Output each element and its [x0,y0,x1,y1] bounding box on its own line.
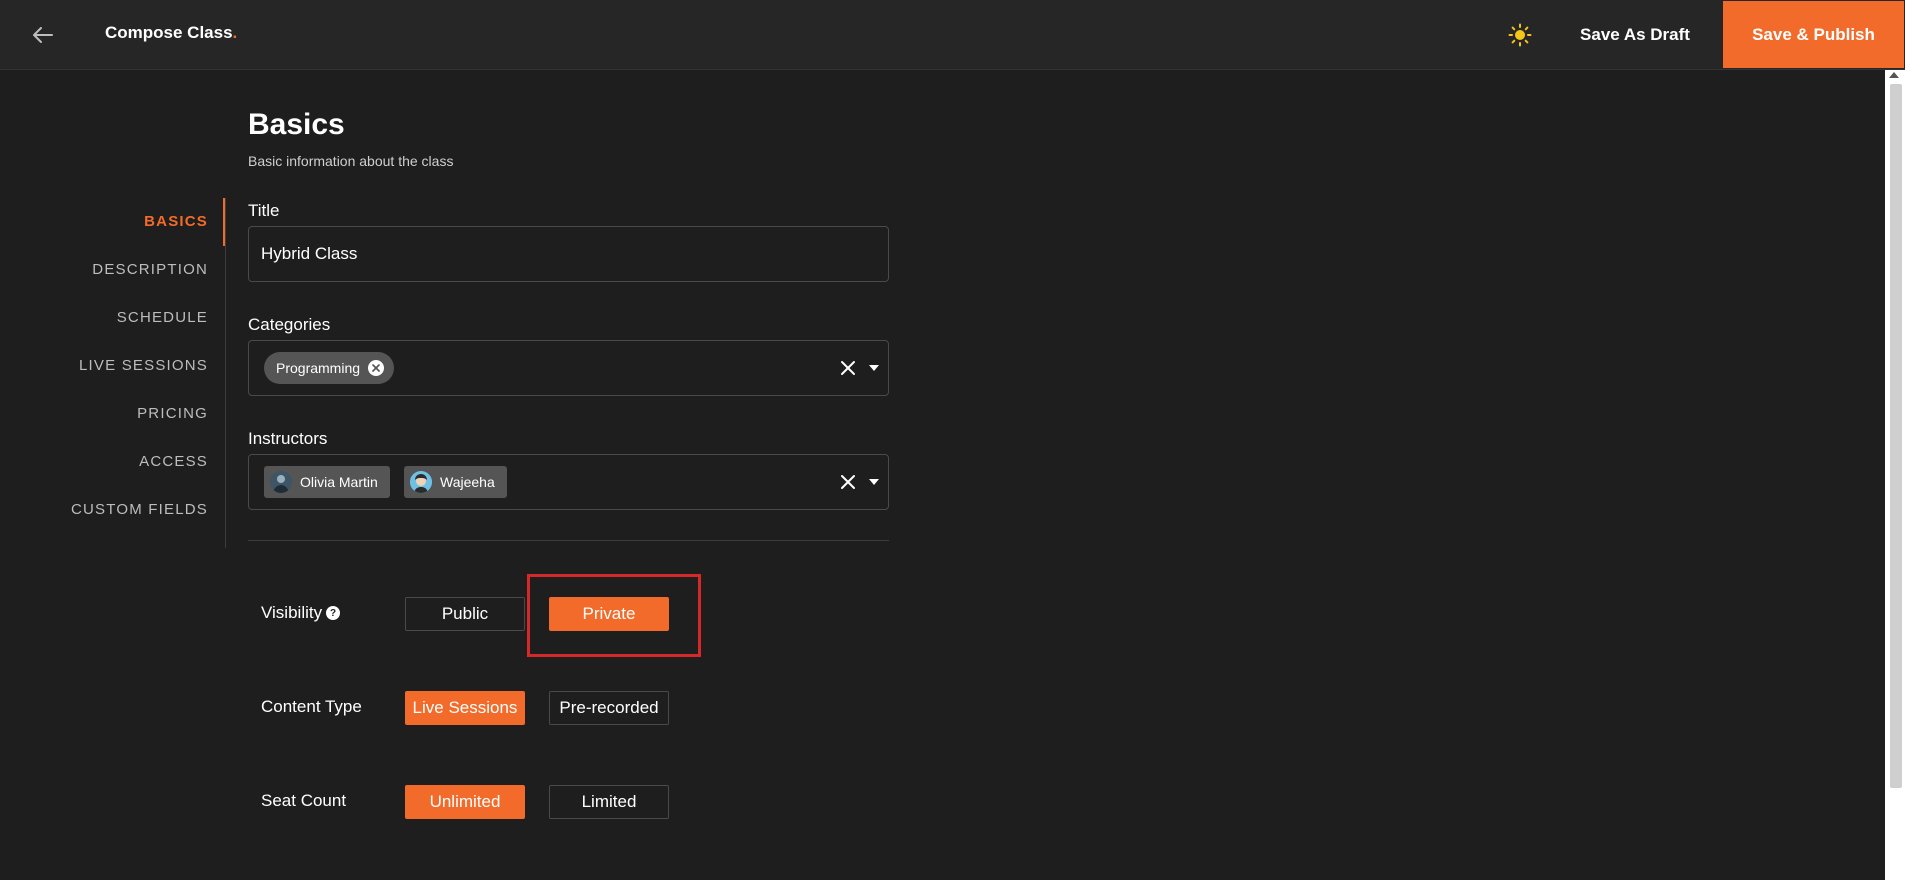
nav-item-description[interactable]: DESCRIPTION [92,261,208,278]
content-type-label: Content Type [261,697,362,716]
visibility-public-button[interactable]: Public [405,597,525,631]
scroll-up-arrow-icon[interactable] [1889,72,1899,78]
nav-item-access[interactable]: ACCESS [139,453,208,470]
nav-active-indicator [223,198,225,246]
category-chip: Programming [264,352,395,384]
avatar [410,471,432,493]
sun-icon [1508,23,1532,47]
category-chip-label: Programming [276,360,361,376]
instructor-chip-label: Wajeeha [440,474,495,490]
nav-item-basics[interactable]: BASICS [144,213,208,230]
categories-clear-button[interactable] [837,357,859,379]
nav-item-custom-fields[interactable]: CUSTOM FIELDS [71,501,208,518]
close-icon [841,475,855,489]
back-button[interactable] [28,22,58,48]
nav-item-pricing[interactable]: PRICING [137,405,208,422]
theme-toggle-button[interactable] [1505,20,1535,50]
seat-count-limited-button[interactable]: Limited [549,785,669,819]
avatar [270,471,292,493]
save-as-draft-button[interactable]: Save As Draft [1570,0,1700,70]
app-title: Compose Class. [105,23,237,43]
nav-item-schedule[interactable]: SCHEDULE [117,309,208,326]
caret-down-icon [869,479,879,485]
top-bar: Compose Class. Save As Draft Save & Publ… [0,0,1920,70]
section-nav: BASICS DESCRIPTION SCHEDULE LIVE SESSION… [0,198,226,548]
section-title: Basics [248,108,345,141]
seat-count-unlimited-button[interactable]: Unlimited [405,785,525,819]
circle-x-icon[interactable] [368,360,385,376]
categories-label: Categories [248,315,331,334]
categories-select[interactable]: Programming [248,340,889,396]
instructors-dropdown-button[interactable] [865,472,883,492]
seat-count-label: Seat Count [261,791,347,810]
visibility-label: Visibility ? [261,603,341,623]
arrow-left-icon [33,27,53,43]
app-title-text: Compose Class [105,23,233,42]
caret-down-icon [869,365,879,371]
window-edge [1905,0,1920,880]
instructor-chip-label: Olivia Martin [300,474,378,490]
close-icon [841,361,855,375]
highlight-annotation [527,574,701,657]
instructors-clear-button[interactable] [837,471,859,493]
instructors-select[interactable]: Olivia Martin Wajeeha [248,454,889,510]
instructor-chip[interactable]: Wajeeha [404,466,507,498]
section-subtitle: Basic information about the class [248,153,454,169]
app-title-dot: . [232,23,238,42]
categories-dropdown-button[interactable] [865,358,883,378]
instructors-label: Instructors [248,429,328,448]
title-field [248,226,889,282]
content-type-pre-recorded-button[interactable]: Pre-recorded [549,691,669,725]
title-label: Title [248,201,280,220]
question-circle-icon[interactable]: ? [326,606,341,620]
scrollbar-thumb[interactable] [1890,84,1902,788]
title-input[interactable] [261,227,871,281]
instructor-chip[interactable]: Olivia Martin [264,466,390,498]
visibility-label-text: Visibility [261,603,323,622]
nav-item-live-sessions[interactable]: LIVE SESSIONS [79,357,208,374]
content-type-live-sessions-button[interactable]: Live Sessions [405,691,525,725]
section-divider [248,540,889,541]
save-and-publish-button[interactable]: Save & Publish [1723,1,1904,68]
